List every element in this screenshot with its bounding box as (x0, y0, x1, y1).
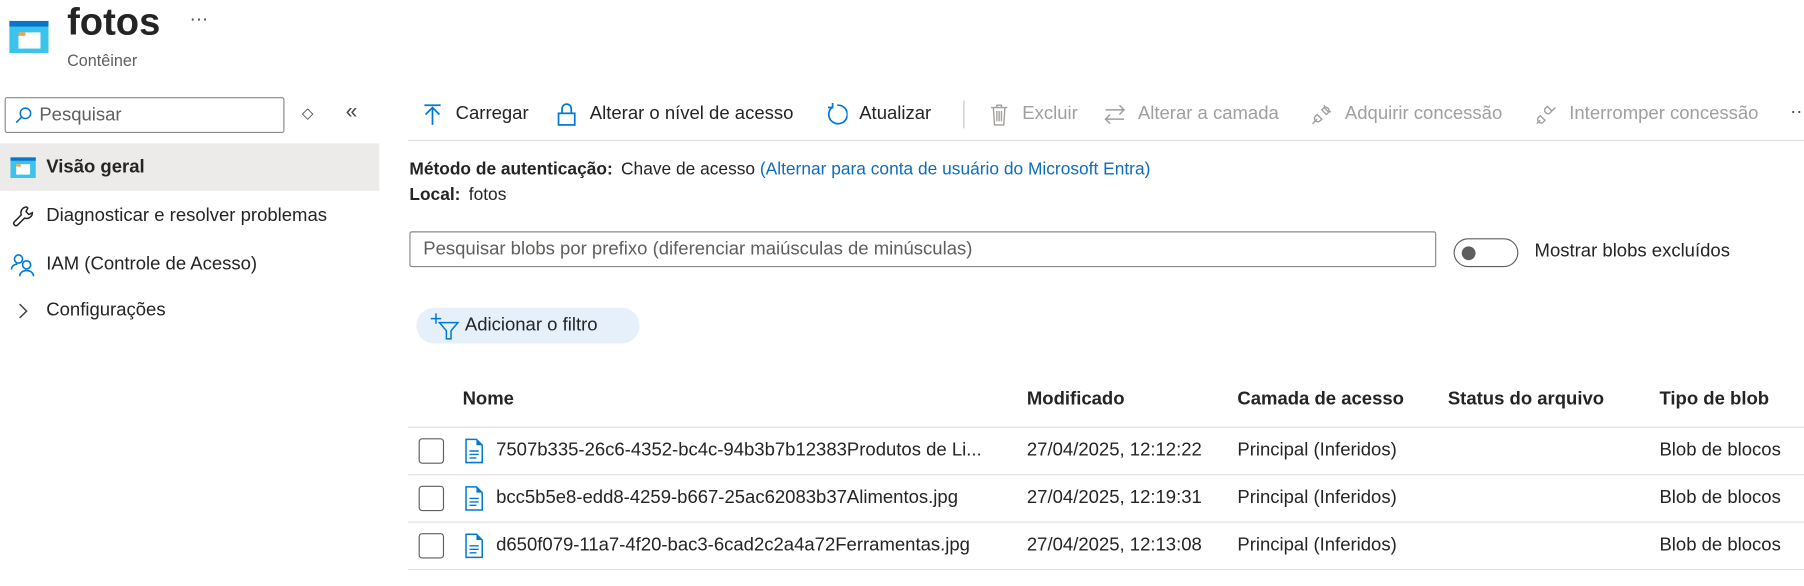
sidebar-item-settings[interactable]: Configurações (0, 287, 379, 334)
blob-type-cell: Blob de blocos (1659, 488, 1781, 508)
column-header-modified[interactable]: Modificado (1027, 390, 1125, 411)
upload-icon (424, 104, 441, 125)
modified-cell: 27/04/2025, 12:13:08 (1026, 535, 1202, 556)
show-deleted-toggle[interactable] (1453, 238, 1519, 268)
expand-collapse-icon[interactable]: ◇ (302, 104, 314, 123)
container-icon (9, 20, 49, 54)
add-filter-button[interactable]: Adicionar o filtro (416, 307, 640, 344)
blob-name-link[interactable]: bcc5b5e8-edd8-4259-b667-25ac62083b37Alim… (496, 488, 958, 509)
plug-icon (1312, 104, 1332, 125)
access-tier-cell: Principal (Inferidos) (1237, 535, 1397, 556)
change-tier-button[interactable]: Alterar a camada (1103, 99, 1279, 129)
toggle-knob (1461, 246, 1476, 261)
access-level-label: Alterar o nível de acesso (589, 104, 794, 124)
row-checkbox[interactable] (418, 533, 445, 559)
trash-icon (991, 104, 1008, 126)
toolbar-more-button[interactable]: ··· (1790, 102, 1804, 123)
delete-button[interactable]: Excluir (988, 99, 1078, 129)
modified-cell: 27/04/2025, 12:19:31 (1026, 488, 1202, 508)
column-header-blob-type[interactable]: Tipo de blob (1659, 390, 1769, 411)
swap-arrows-icon (1104, 104, 1126, 125)
more-options-button[interactable]: ··· (190, 9, 208, 30)
show-deleted-label: Mostrar blobs excluídos (1534, 241, 1730, 262)
change-tier-label: Alterar a camada (1137, 104, 1279, 124)
add-filter-label: Adicionar o filtro (464, 315, 598, 335)
change-access-level-button[interactable]: Alterar o nível de acesso (555, 99, 793, 129)
refresh-label: Atualizar (859, 104, 932, 124)
upload-button[interactable]: Carregar (421, 99, 529, 129)
sidebar-item-overview[interactable]: Visão geral (0, 143, 380, 191)
blob-name-link[interactable]: 7507b335-26c6-4352-bc4c-94b3b7b12383Prod… (496, 441, 982, 462)
delete-label: Excluir (1022, 104, 1078, 124)
blob-type-cell: Blob de blocos (1659, 440, 1781, 461)
page-title: fotos (67, 0, 161, 43)
people-icon (10, 252, 35, 277)
sidebar-item-iam[interactable]: IAM (Controle de Acesso) (0, 241, 379, 288)
auth-method-line: Método de autenticação: Chave de acesso … (409, 160, 1150, 180)
blob-prefix-search-input[interactable]: Pesquisar blobs por prefixo (diferenciar… (409, 231, 1437, 268)
row-checkbox[interactable] (418, 485, 445, 512)
location-line: Local: fotos (409, 185, 506, 205)
switch-to-entra-link[interactable]: (Alternar para conta de usuário do Micro… (760, 160, 1150, 180)
column-header-file-status[interactable]: Status do arquivo (1448, 390, 1604, 411)
file-icon (465, 438, 483, 464)
file-icon (465, 533, 483, 559)
add-filter-icon (430, 312, 460, 340)
container-icon (10, 154, 36, 179)
modified-cell: 27/04/2025, 12:12:22 (1026, 440, 1202, 461)
lock-icon (557, 103, 576, 126)
column-header-access-tier[interactable]: Camada de acesso (1237, 390, 1404, 411)
location-value: fotos (468, 185, 507, 205)
sidebar-item-label: Configurações (46, 300, 166, 320)
blob-name-link[interactable]: d650f079-11a7-4f20-bac3-6cad2c2a4a72Ferr… (496, 535, 970, 556)
toolbar-bottom-border (408, 139, 1804, 142)
page-subtitle: Contêiner (67, 50, 138, 70)
sidebar-search-input[interactable]: Pesquisar (4, 97, 285, 133)
blob-search-placeholder: Pesquisar blobs por prefixo (diferenciar… (423, 238, 973, 259)
refresh-icon (827, 102, 848, 125)
sidebar-search-placeholder: Pesquisar (39, 104, 122, 125)
access-tier-cell: Principal (Inferidos) (1237, 440, 1397, 461)
collapse-sidebar-icon[interactable]: « (346, 99, 358, 123)
sidebar-item-label: Diagnosticar e resolver problemas (46, 205, 328, 225)
file-icon (465, 486, 483, 511)
location-label: Local: (409, 185, 461, 205)
refresh-button[interactable]: Atualizar (825, 99, 932, 129)
container-page: fotos ··· Contêiner Pesquisar ◇ « Visão … (0, 0, 1804, 586)
row-divider (408, 521, 1804, 523)
row-divider (408, 568, 1804, 571)
row-divider (408, 426, 1804, 428)
row-divider (408, 474, 1804, 476)
column-header-name[interactable]: Nome (463, 390, 514, 411)
wrench-icon (10, 203, 35, 228)
acquire-lease-label: Adquirir concessão (1344, 104, 1503, 124)
break-lease-button[interactable]: Interromper concessão (1535, 99, 1759, 129)
auth-method-label: Método de autenticação: (409, 159, 613, 180)
sidebar-item-diagnose[interactable]: Diagnosticar e resolver problemas (0, 192, 379, 239)
break-lease-label: Interromper concessão (1569, 104, 1759, 124)
unplug-icon (1536, 105, 1556, 125)
sidebar-item-label: Visão geral (46, 156, 145, 177)
toolbar-divider (963, 100, 965, 129)
row-checkbox[interactable] (418, 438, 445, 464)
blob-type-cell: Blob de blocos (1659, 535, 1781, 556)
sidebar-item-label: IAM (Controle de Acesso) (46, 253, 258, 274)
auth-method-value: Chave de acesso (621, 159, 756, 180)
upload-label: Carregar (455, 104, 529, 124)
chevron-right-icon (10, 298, 35, 323)
acquire-lease-button[interactable]: Adquirir concessão (1310, 99, 1502, 129)
search-icon (15, 106, 32, 123)
access-tier-cell: Principal (Inferidos) (1237, 488, 1397, 508)
